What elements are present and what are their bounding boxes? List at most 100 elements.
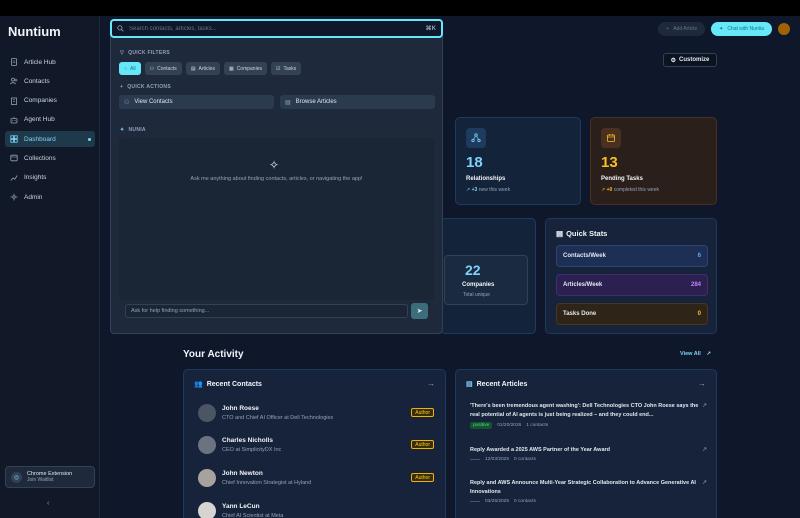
article-row[interactable]: 'There's been tremendous agent washing':… bbox=[470, 402, 707, 429]
chat-input-field[interactable] bbox=[131, 308, 407, 314]
assistant-chat-input[interactable] bbox=[125, 304, 408, 318]
window-top-bar bbox=[0, 0, 800, 16]
network-overview-card: 22 Companies Total unique bbox=[440, 218, 536, 334]
contact-role: Chief Innovation Strategist at Hyland bbox=[222, 480, 312, 486]
browse-articles-action[interactable]: ▤ Browse Articles bbox=[280, 95, 435, 109]
article-date: 01/20/2026 bbox=[497, 423, 522, 428]
external-link-icon[interactable]: ↗ bbox=[702, 402, 707, 409]
filter-chip-companies[interactable]: ▦ Companies bbox=[223, 62, 267, 75]
sidebar: Nuntium Article Hub Contacts Companies A… bbox=[0, 16, 100, 518]
sparkle-icon: ✦ bbox=[719, 26, 724, 32]
pending-tasks-label: Pending Tasks bbox=[601, 176, 643, 182]
arrow-right-icon[interactable]: → bbox=[698, 379, 706, 388]
trend-up-icon: ↗ bbox=[601, 187, 606, 193]
view-all-link[interactable]: View All ↗ bbox=[680, 351, 711, 357]
avatar bbox=[198, 436, 216, 454]
sidebar-item-companies[interactable]: Companies bbox=[5, 93, 95, 109]
recent-contacts-panel: 👥 Recent Contacts → John Roese CTO and Ch… bbox=[183, 369, 446, 518]
user-avatar[interactable] bbox=[778, 23, 790, 35]
quick-stat-tasks-done: Tasks Done 0 bbox=[556, 303, 708, 325]
sidebar-item-collections[interactable]: Collections bbox=[5, 150, 95, 166]
chrome-extension-card[interactable]: ◎ Chrome Extension Join Waitlist bbox=[5, 466, 95, 488]
sidebar-item-dashboard[interactable]: Dashboard bbox=[5, 131, 95, 148]
sidebar-item-label: Article Hub bbox=[24, 58, 56, 66]
folder-icon bbox=[10, 154, 18, 162]
quick-stat-label: Tasks Done bbox=[563, 311, 597, 317]
sidebar-item-insights[interactable]: Insights bbox=[5, 170, 95, 186]
avatar bbox=[198, 469, 216, 487]
avatar bbox=[198, 502, 216, 518]
article-row[interactable]: Reply Awarded a 2025 AWS Partner of the … bbox=[470, 446, 707, 462]
article-row[interactable]: Reply and AWS Announce Multi-Year Strate… bbox=[470, 479, 707, 504]
app-logo: Nuntium bbox=[8, 24, 61, 39]
sentiment-placeholder bbox=[470, 501, 480, 502]
chat-with-nuntia-button[interactable]: ✦ Chat with Nuntia bbox=[711, 22, 772, 36]
trend-up-icon: ↗ bbox=[466, 187, 471, 193]
pending-tasks-value: 13 bbox=[601, 154, 618, 171]
chart-icon bbox=[10, 174, 18, 182]
sidebar-item-label: Companies bbox=[24, 97, 57, 105]
sidebar-item-admin[interactable]: Admin bbox=[5, 189, 95, 205]
filter-chip-articles[interactable]: ▤ Articles bbox=[185, 62, 220, 75]
avatar bbox=[198, 404, 216, 422]
users-icon bbox=[10, 77, 18, 85]
contact-name: John Roese bbox=[222, 405, 259, 412]
contact-role: CTO and Chief AI Officer at Dell Technol… bbox=[222, 415, 334, 421]
active-indicator bbox=[88, 137, 91, 141]
article-date: 12/03/2025 bbox=[485, 457, 510, 462]
add-article-button[interactable]: + Add Article bbox=[658, 22, 706, 36]
external-link-icon[interactable]: ↗ bbox=[702, 446, 707, 453]
search-input[interactable] bbox=[129, 25, 426, 32]
assistant-chat-area: ✧ Ask me anything about finding contacts… bbox=[119, 138, 434, 300]
contact-row[interactable]: Yann LeCun Chief AI Scientist at Meta bbox=[198, 500, 438, 518]
calendar-icon bbox=[601, 128, 621, 148]
sidebar-item-label: Contacts bbox=[24, 77, 50, 85]
document-icon bbox=[10, 58, 18, 66]
chat-label: Chat with Nuntia bbox=[727, 26, 764, 32]
sidebar-item-article-hub[interactable]: Article Hub bbox=[5, 54, 95, 70]
contact-row[interactable]: Charles Nicholls CEO at SimplicityDX Inc… bbox=[198, 434, 438, 458]
relationships-value: 18 bbox=[466, 154, 483, 171]
assistant-label: ✦ NUNIA bbox=[120, 127, 146, 133]
search-icon bbox=[117, 25, 124, 32]
article-meta: 03/25/2025 0 contacts bbox=[470, 499, 705, 504]
view-contacts-action[interactable]: ⚇ View Contacts bbox=[119, 95, 274, 109]
checkbox-icon: ☑ bbox=[275, 65, 281, 72]
filter-chip-all[interactable]: ○ All bbox=[119, 62, 141, 75]
contact-role: CEO at SimplicityDX Inc bbox=[222, 447, 282, 453]
bot-icon bbox=[10, 116, 18, 124]
sidebar-item-label: Insights bbox=[24, 174, 47, 182]
contact-role: Chief AI Scientist at Meta bbox=[222, 513, 284, 518]
contact-row[interactable]: John Roese CTO and Chief AI Officer at D… bbox=[198, 402, 438, 426]
plus-icon: + bbox=[666, 26, 670, 32]
companies-stat[interactable]: 22 Companies Total unique bbox=[444, 255, 528, 305]
quick-stat-label: Articles/Week bbox=[563, 282, 603, 288]
chevron-left-icon[interactable]: ‹ bbox=[47, 500, 49, 507]
customize-label: Customize bbox=[679, 57, 710, 63]
filter-chip-contacts[interactable]: ⚇ Contacts bbox=[144, 62, 182, 75]
article-contacts: 0 contacts bbox=[514, 457, 536, 462]
recent-articles-panel: ▤ Recent Articles → 'There's been tremend… bbox=[455, 369, 717, 518]
users-icon: ⚇ bbox=[149, 65, 155, 72]
contact-name: Charles Nicholls bbox=[222, 437, 273, 444]
send-icon[interactable]: ➤ bbox=[411, 303, 428, 319]
author-badge: Author bbox=[411, 473, 434, 482]
sidebar-item-agent-hub[interactable]: Agent Hub bbox=[5, 112, 95, 128]
users-icon: 👥 bbox=[194, 381, 203, 388]
arrow-right-icon[interactable]: → bbox=[427, 379, 435, 388]
relationships-card[interactable]: 18 Relationships ↗ +3 new this week bbox=[455, 117, 581, 205]
filter-chip-tasks[interactable]: ☑ Tasks bbox=[270, 62, 302, 75]
plus-icon: + bbox=[120, 84, 124, 90]
sidebar-item-label: Admin bbox=[24, 193, 43, 201]
sentiment-placeholder bbox=[470, 459, 480, 460]
external-link-icon[interactable]: ↗ bbox=[702, 479, 707, 486]
pending-tasks-card[interactable]: 13 Pending Tasks ↗ +0 completed this wee… bbox=[590, 117, 717, 205]
article-meta: 12/03/2025 0 contacts bbox=[470, 457, 705, 462]
search-bar[interactable]: ⌘K bbox=[110, 19, 443, 38]
sparkle-icon: ✧ bbox=[269, 158, 280, 172]
search-icon: ○ bbox=[124, 65, 128, 72]
sidebar-item-contacts[interactable]: Contacts bbox=[5, 73, 95, 89]
customize-button[interactable]: ⚙ Customize bbox=[663, 53, 717, 67]
contact-row[interactable]: John Newton Chief Innovation Strategist … bbox=[198, 467, 438, 491]
header-actions: + Add Article ✦ Chat with Nuntia bbox=[658, 22, 790, 36]
